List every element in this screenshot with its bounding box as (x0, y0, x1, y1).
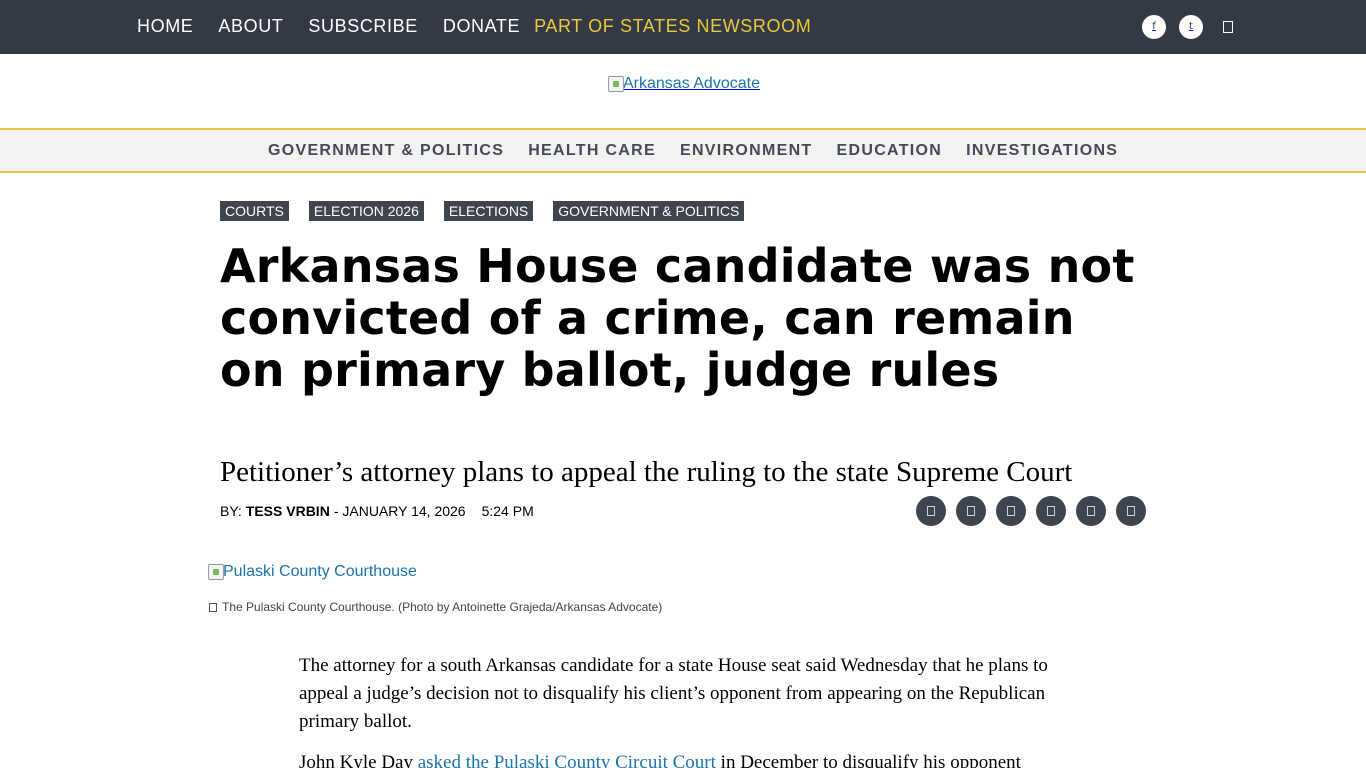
social-icons: f t (1142, 15, 1240, 39)
nav-home-link[interactable]: HOME (137, 15, 193, 37)
section-environment[interactable]: ENVIRONMENT (680, 142, 813, 160)
section-investigations[interactable]: INVESTIGATIONS (966, 142, 1118, 160)
nav-subscribe-link[interactable]: SUBSCRIBE (308, 15, 417, 37)
byline: BY: TESS VRBIN - JANUARY 14, 2026 5:24 P… (220, 502, 534, 520)
featured-image: Pulaski County Courthouse (208, 562, 417, 582)
rss-icon[interactable] (1216, 15, 1240, 39)
facebook-icon[interactable]: f (1142, 15, 1166, 39)
image-caption: The Pulaski County Courthouse. (Photo by… (209, 599, 662, 615)
body-text-span: John Kyle Day (299, 752, 418, 768)
caption-text: The Pulaski County Courthouse. (Photo by… (222, 600, 663, 614)
article-headline: Arkansas House candidate was not convict… (220, 239, 1135, 397)
publish-time: 5:24 PM (481, 503, 534, 519)
author-link[interactable]: TESS VRBIN (246, 502, 330, 520)
share-buttons (916, 496, 1156, 526)
section-government-politics[interactable]: GOVERNMENT & POLITICS (268, 142, 504, 160)
tag-government-politics[interactable]: GOVERNMENT & POLITICS (553, 201, 745, 221)
tag-courts[interactable]: COURTS (220, 201, 289, 221)
camera-icon (209, 602, 217, 612)
article-body: The attorney for a south Arkansas candid… (299, 652, 1069, 768)
broken-image-icon (208, 564, 224, 580)
share-facebook-icon[interactable] (916, 496, 946, 526)
tag-election-2026[interactable]: ELECTION 2026 (308, 201, 424, 221)
top-nav: HOME ABOUT SUBSCRIBE DONATE PART OF STAT… (137, 15, 836, 37)
nav-donate-link[interactable]: DONATE (443, 15, 520, 37)
logo-alt-text: Arkansas Advocate (623, 75, 760, 92)
broken-image-icon (608, 76, 624, 92)
share-twitter-icon[interactable] (956, 496, 986, 526)
share-print-icon[interactable] (1036, 496, 1066, 526)
section-education[interactable]: EDUCATION (837, 142, 943, 160)
featured-image-alt: Pulaski County Courthouse (223, 563, 417, 580)
site-logo[interactable]: Arkansas Advocate (608, 74, 760, 94)
tag-elections[interactable]: ELECTIONS (443, 201, 534, 221)
byline-prefix: BY: (220, 503, 242, 519)
body-paragraph: The attorney for a south Arkansas candid… (299, 655, 1048, 732)
article-tags: COURTS ELECTION 2026 ELECTIONS GOVERNMEN… (220, 201, 764, 221)
body-text-span: in December to disqualify his opponent (715, 752, 1021, 768)
section-nav: GOVERNMENT & POLITICS HEALTH CARE ENVIRO… (0, 128, 1366, 173)
twitter-icon[interactable]: t (1179, 15, 1203, 39)
body-paragraph: John Kyle Day asked the Pulaski County C… (299, 749, 1069, 768)
nav-about-link[interactable]: ABOUT (218, 15, 283, 37)
share-email-icon[interactable] (996, 496, 1026, 526)
share-republish-icon[interactable] (1116, 496, 1146, 526)
states-newsroom-link[interactable]: PART OF STATES NEWSROOM (534, 15, 811, 37)
court-filing-link[interactable]: asked the Pulaski County Circuit Court (418, 752, 716, 768)
share-copy-link-icon[interactable] (1076, 496, 1106, 526)
publish-date: - JANUARY 14, 2026 (333, 503, 466, 519)
top-bar: HOME ABOUT SUBSCRIBE DONATE PART OF STAT… (0, 0, 1366, 54)
article-subhead: Petitioner’s attorney plans to appeal th… (220, 456, 1073, 488)
section-health-care[interactable]: HEALTH CARE (528, 142, 656, 160)
